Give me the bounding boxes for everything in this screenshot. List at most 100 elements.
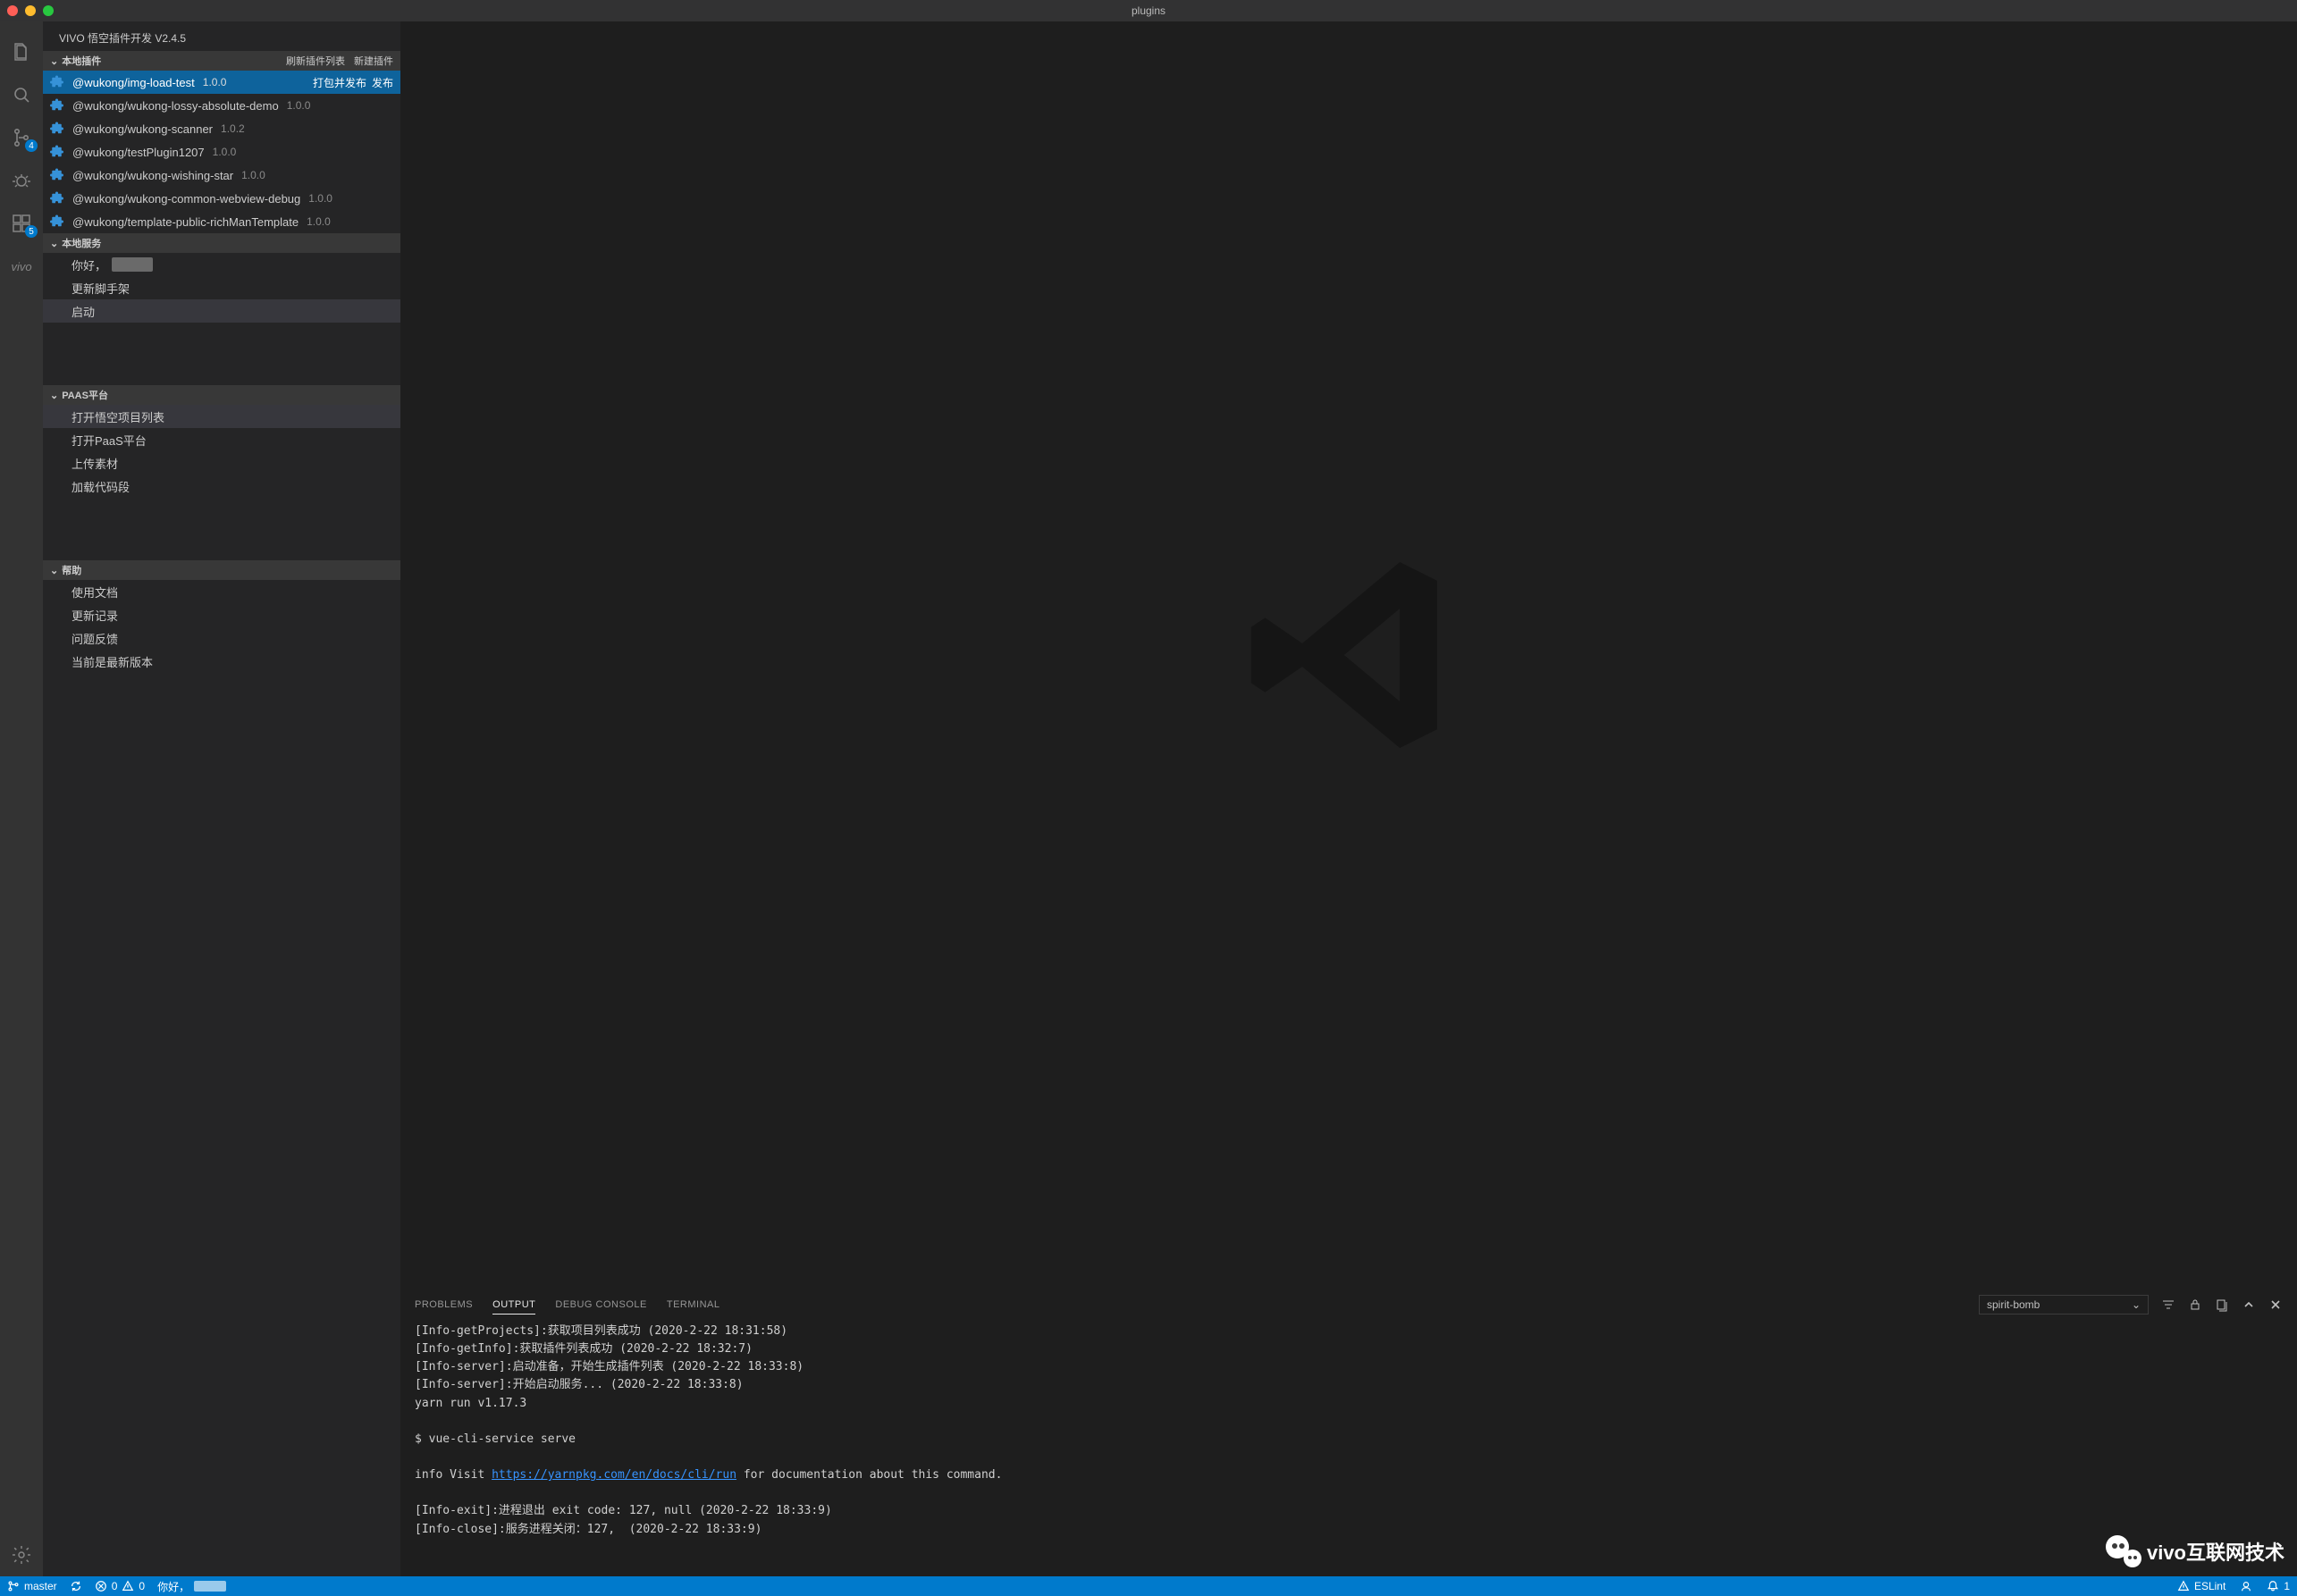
warning-count: 0 [139, 1580, 145, 1592]
sidebar-item[interactable]: 你好， [43, 253, 400, 276]
help-list: 使用文档更新记录问题反馈当前是最新版本 [43, 580, 400, 673]
output-line [415, 1484, 2283, 1502]
status-sync[interactable] [70, 1580, 82, 1592]
minimize-window-icon[interactable] [25, 5, 36, 16]
sidebar-item-label: 你好， [72, 256, 106, 273]
eslint-label: ESLint [2194, 1580, 2225, 1592]
chevron-down-icon: ⌄ [50, 55, 58, 67]
sidebar-item-label: 启动 [72, 303, 95, 320]
sidebar-item[interactable]: 问题反馈 [43, 626, 400, 650]
plugin-version: 1.0.2 [221, 122, 245, 135]
sidebar-item[interactable]: 上传素材 [43, 451, 400, 475]
status-greeting[interactable]: 你好， [157, 1579, 226, 1594]
plugin-row[interactable]: @wukong/wukong-lossy-absolute-demo1.0.0 [43, 94, 400, 117]
clear-output-icon[interactable] [2215, 1298, 2229, 1312]
plugin-version: 1.0.0 [307, 215, 331, 228]
lock-scroll-icon[interactable] [2188, 1298, 2202, 1312]
plugin-version: 1.0.0 [203, 76, 227, 88]
plugin-row[interactable]: @wukong/template-public-richManTemplate1… [43, 210, 400, 233]
output-line: [Info-exit]:进程退出 exit code: 127, null (2… [415, 1502, 2283, 1520]
tab-problems[interactable]: PROBLEMS [415, 1299, 473, 1310]
error-count: 0 [112, 1580, 118, 1592]
tab-debug-console[interactable]: DEBUG CONSOLE [555, 1299, 646, 1310]
sidebar: VIVO 悟空插件开发 V2.4.5 ⌄ 本地插件 刷新插件列表 新建插件 @w… [43, 21, 400, 1576]
tab-output[interactable]: OUTPUT [492, 1299, 535, 1315]
branch-name: master [24, 1580, 57, 1592]
section-header-local-services[interactable]: ⌄ 本地服务 [43, 233, 400, 253]
close-window-icon[interactable] [7, 5, 18, 16]
pack-publish-action[interactable]: 打包并发布 [313, 75, 366, 90]
plugins-list: @wukong/img-load-test1.0.0打包并发布发布@wukong… [43, 71, 400, 233]
notification-count: 1 [2284, 1580, 2290, 1592]
status-bar: master 0 0 你好， ESLint 1 [0, 1576, 2297, 1596]
status-notifications[interactable]: 1 [2267, 1580, 2290, 1592]
plugin-row[interactable]: @wukong/img-load-test 1.0.0 打包并发布发布 [43, 71, 400, 94]
sidebar-item-label: 使用文档 [72, 584, 118, 601]
plugin-row[interactable]: @wukong/wukong-common-webview-debug1.0.0 [43, 187, 400, 210]
plugin-row[interactable]: @wukong/testPlugin12071.0.0 [43, 140, 400, 164]
sidebar-item-label: 打开悟空项目列表 [72, 408, 164, 425]
filter-icon[interactable] [2161, 1298, 2175, 1312]
window-title: plugins [1132, 4, 1165, 17]
vscode-watermark-icon [1233, 539, 1465, 771]
sidebar-item-label: 更新脚手架 [72, 280, 130, 297]
plugin-name: @wukong/wukong-lossy-absolute-demo [72, 99, 279, 113]
plugin-version: 1.0.0 [241, 169, 265, 181]
sidebar-item[interactable]: 更新脚手架 [43, 276, 400, 299]
titlebar: plugins [0, 0, 2297, 21]
status-problems[interactable]: 0 0 [95, 1580, 145, 1592]
create-plugin-action[interactable]: 新建插件 [354, 54, 393, 68]
vivo-plugin-icon[interactable]: vivo [0, 245, 43, 288]
section-title: PAAS平台 [62, 388, 108, 402]
section-title: 本地插件 [62, 54, 101, 68]
sidebar-item[interactable]: 更新记录 [43, 603, 400, 626]
maximize-panel-icon[interactable] [2242, 1298, 2256, 1312]
output-line: info Visit https://yarnpkg.com/en/docs/c… [415, 1466, 2283, 1484]
tab-terminal[interactable]: TERMINAL [667, 1299, 720, 1310]
output-line: [Info-server]:启动准备，开始生成插件列表 (2020-2-22 1… [415, 1358, 2283, 1376]
extensions-icon[interactable]: 5 [0, 202, 43, 245]
output-body[interactable]: [Info-getProjects]:获取项目列表成功 (2020-2-22 1… [400, 1319, 2297, 1576]
explorer-icon[interactable] [0, 30, 43, 73]
output-channel-select[interactable]: spirit-bomb ⌄ [1979, 1295, 2149, 1315]
close-panel-icon[interactable] [2268, 1298, 2283, 1312]
output-line: $ vue-cli-service serve [415, 1431, 2283, 1449]
status-feedback[interactable] [2240, 1580, 2252, 1592]
vivo-label: vivo [11, 260, 31, 273]
chevron-down-icon: ⌄ [2132, 1298, 2141, 1311]
sidebar-item[interactable]: 使用文档 [43, 580, 400, 603]
plugin-name: @wukong/img-load-test [72, 76, 195, 89]
sidebar-item[interactable]: 当前是最新版本 [43, 650, 400, 673]
output-link[interactable]: https://yarnpkg.com/en/docs/cli/run [492, 1468, 736, 1482]
output-channel-label: spirit-bomb [1987, 1298, 2040, 1311]
zoom-window-icon[interactable] [43, 5, 54, 16]
debug-icon[interactable] [0, 159, 43, 202]
sidebar-item-label: 当前是最新版本 [72, 653, 153, 670]
output-line [415, 1449, 2283, 1466]
status-branch[interactable]: master [7, 1580, 57, 1592]
sidebar-item-label: 打开PaaS平台 [72, 432, 147, 449]
sidebar-item[interactable]: 启动 [43, 299, 400, 323]
plugin-row[interactable]: @wukong/wukong-wishing-star1.0.0 [43, 164, 400, 187]
sidebar-item[interactable]: 加载代码段 [43, 475, 400, 498]
sidebar-title: VIVO 悟空插件开发 V2.4.5 [43, 21, 400, 51]
plugin-version: 1.0.0 [213, 146, 237, 158]
section-header-local-plugins[interactable]: ⌄ 本地插件 刷新插件列表 新建插件 [43, 51, 400, 71]
masked-text [112, 257, 153, 272]
section-header-help[interactable]: ⌄ 帮助 [43, 560, 400, 580]
plugin-version: 1.0.0 [308, 192, 332, 205]
sidebar-item[interactable]: 打开悟空项目列表 [43, 405, 400, 428]
settings-gear-icon[interactable] [0, 1533, 43, 1576]
search-icon[interactable] [0, 73, 43, 116]
publish-action[interactable]: 发布 [372, 75, 393, 90]
output-line: [Info-close]:服务进程关闭：127, (2020-2-22 18:3… [415, 1521, 2283, 1539]
source-control-icon[interactable]: 4 [0, 116, 43, 159]
chevron-down-icon: ⌄ [50, 565, 58, 576]
sidebar-item[interactable]: 打开PaaS平台 [43, 428, 400, 451]
refresh-plugins-action[interactable]: 刷新插件列表 [286, 54, 345, 68]
section-header-paas[interactable]: ⌄ PAAS平台 [43, 385, 400, 405]
panel-tabs: PROBLEMS OUTPUT DEBUG CONSOLE TERMINAL s… [400, 1289, 2297, 1319]
plugin-row[interactable]: @wukong/wukong-scanner1.0.2 [43, 117, 400, 140]
sidebar-item-label: 上传素材 [72, 455, 118, 472]
status-eslint[interactable]: ESLint [2177, 1580, 2225, 1592]
